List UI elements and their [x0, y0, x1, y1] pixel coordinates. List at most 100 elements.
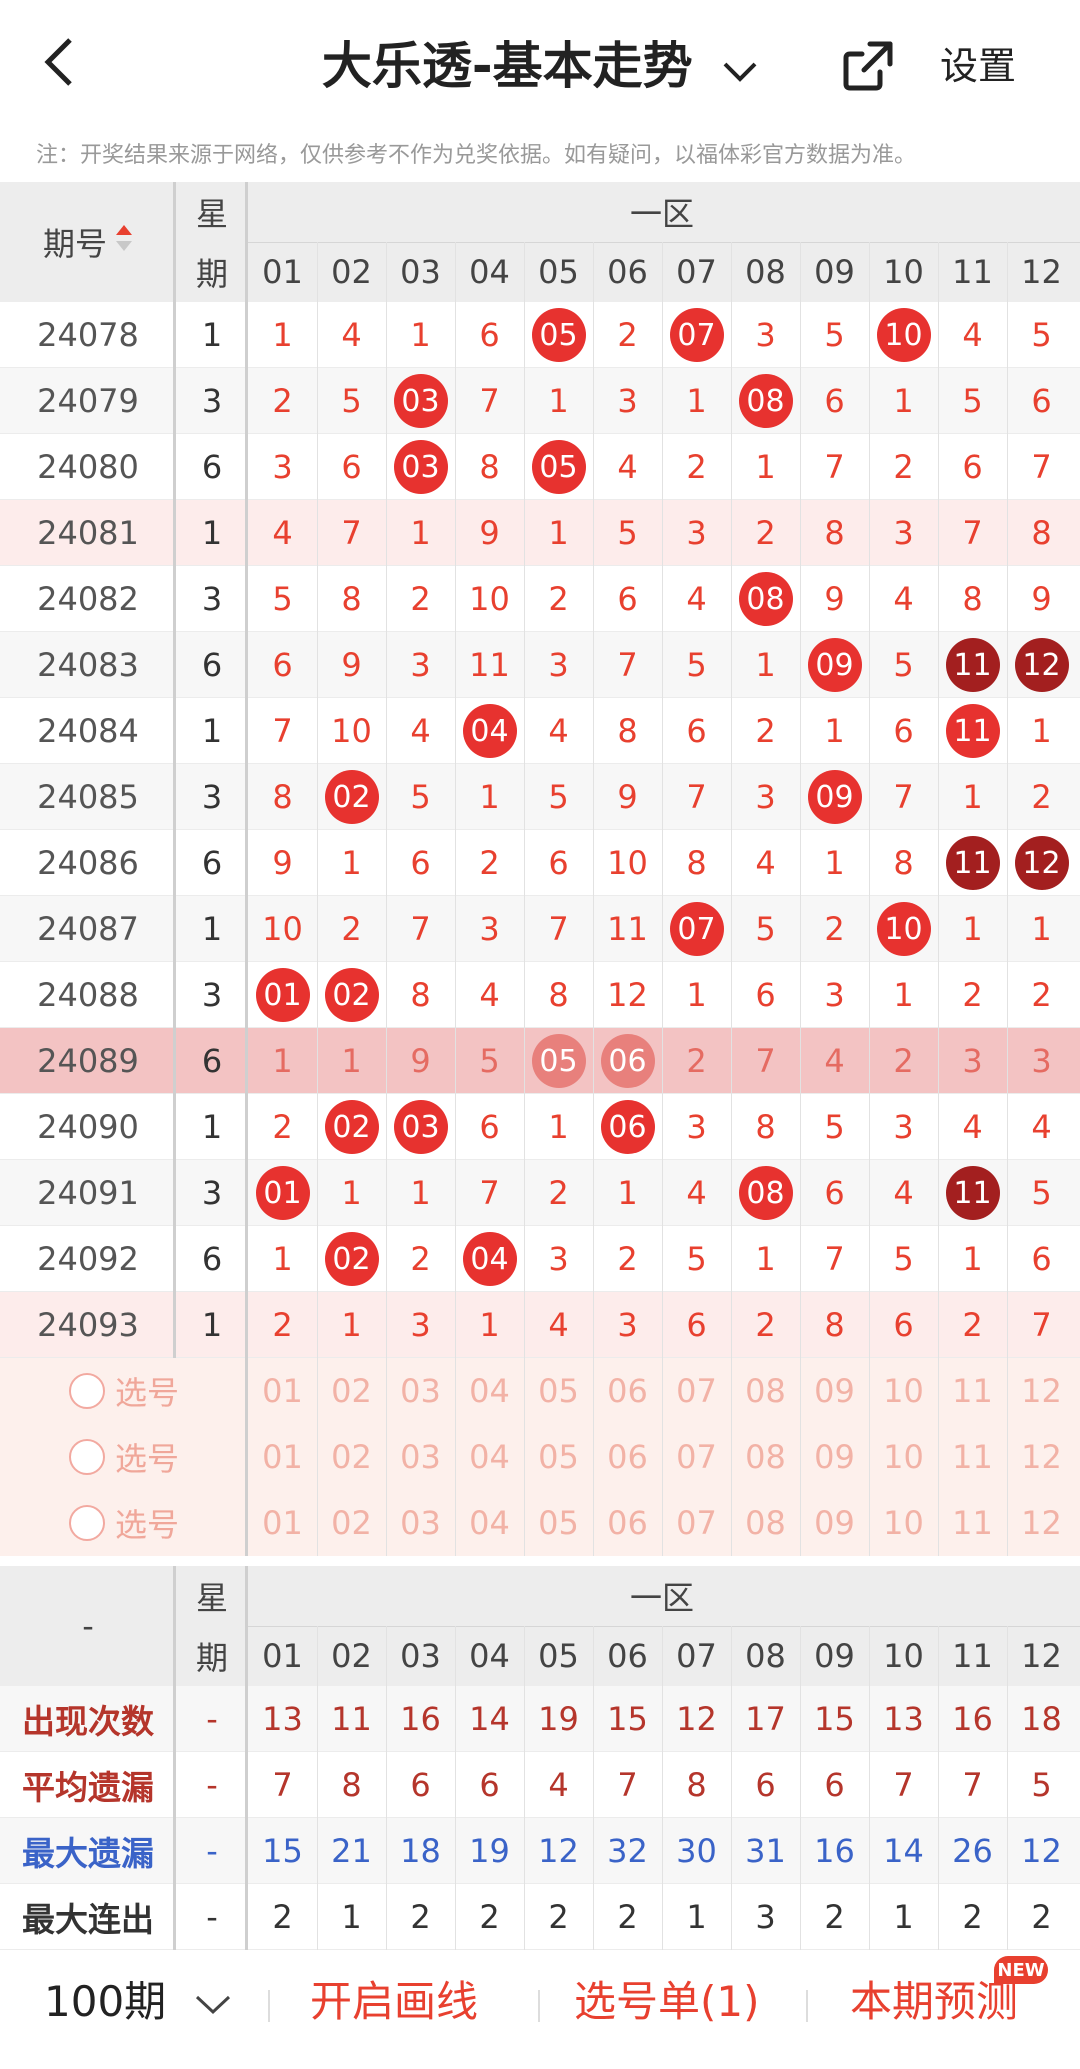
selectable-number[interactable]: 05: [524, 1490, 593, 1556]
settings-button[interactable]: 设置: [940, 36, 1016, 96]
selectable-number[interactable]: 10: [869, 1358, 938, 1424]
number-cell: 9: [800, 566, 869, 632]
number-cell: 1: [248, 1226, 317, 1292]
stats-value: 4: [548, 1766, 569, 1804]
selectable-number[interactable]: 12: [1007, 1424, 1076, 1490]
week-day: 6: [201, 1042, 223, 1080]
selectable-number[interactable]: 06: [593, 1490, 662, 1556]
number-cell: 2: [731, 698, 800, 764]
selectable-number[interactable]: 07: [662, 1358, 731, 1424]
stats-value: 13: [262, 1700, 303, 1738]
issue-column-header[interactable]: 期号: [0, 182, 176, 302]
omission-value: 1: [1031, 910, 1052, 948]
number-cell: 6: [800, 368, 869, 434]
selectable-number[interactable]: 09: [800, 1490, 869, 1556]
stats-value: 7: [962, 1766, 983, 1804]
selectable-number[interactable]: 03: [386, 1358, 455, 1424]
number-cell: 6: [1007, 368, 1076, 434]
week-day: 3: [201, 1174, 223, 1212]
selectable-number[interactable]: 03: [386, 1424, 455, 1490]
omission-value: 6: [479, 1108, 500, 1146]
number-cell: 2: [938, 962, 1007, 1028]
omission-value: 7: [686, 778, 707, 816]
selectable-number[interactable]: 08: [731, 1424, 800, 1490]
selectable-number[interactable]: 08: [731, 1358, 800, 1424]
selectable-number[interactable]: 10: [869, 1424, 938, 1490]
drawn-number-ball: 11: [945, 638, 1000, 692]
selectable-number[interactable]: 03: [386, 1490, 455, 1556]
selectable-number[interactable]: 11: [938, 1490, 1007, 1556]
selectable-number[interactable]: 02: [317, 1358, 386, 1424]
selectable-number[interactable]: 02: [317, 1424, 386, 1490]
number-cell: 1: [317, 1292, 386, 1358]
selectable-number[interactable]: 09: [800, 1358, 869, 1424]
number-cell: 6: [662, 698, 731, 764]
selectable-number[interactable]: 10: [869, 1490, 938, 1556]
selectable-number[interactable]: 06: [593, 1358, 662, 1424]
selectable-number[interactable]: 01: [248, 1490, 317, 1556]
prediction-button[interactable]: 本期预测: [850, 1972, 1018, 2032]
stats-value: 3: [755, 1898, 776, 1936]
number-column-header: 07: [676, 253, 717, 291]
selectable-number[interactable]: 11: [938, 1358, 1007, 1424]
number-cell: 07: [662, 896, 731, 962]
selectable-number[interactable]: 04: [455, 1358, 524, 1424]
selectable-number[interactable]: 11: [938, 1424, 1007, 1490]
drawn-number-ball: 06: [600, 1034, 655, 1088]
selectable-number[interactable]: 01: [248, 1358, 317, 1424]
selectable-number[interactable]: 05: [524, 1424, 593, 1490]
selectable-number[interactable]: 07: [662, 1490, 731, 1556]
omission-value: 1: [410, 514, 431, 552]
week-day: 1: [201, 910, 223, 948]
number-cell: 7: [800, 1226, 869, 1292]
stats-week: -: [206, 1700, 218, 1738]
stats-value: 15: [607, 1700, 648, 1738]
week-day: 1: [201, 1108, 223, 1146]
number-cell: 3: [869, 1094, 938, 1160]
number-cell: 7: [869, 764, 938, 830]
omission-value: 3: [1031, 1042, 1052, 1080]
selectable-number[interactable]: 02: [317, 1490, 386, 1556]
omission-value: 8: [410, 976, 431, 1014]
number-cell: 4: [662, 566, 731, 632]
stats-value: 16: [814, 1832, 855, 1870]
selectable-number[interactable]: 07: [662, 1424, 731, 1490]
period-selector[interactable]: 100期: [44, 1972, 232, 2032]
selectable-number[interactable]: 09: [800, 1424, 869, 1490]
selectable-number[interactable]: 04: [455, 1490, 524, 1556]
number-cell: 3: [1007, 1028, 1076, 1094]
number-cell: 9: [317, 632, 386, 698]
divider: [268, 1990, 270, 2022]
number-cell: 3: [593, 368, 662, 434]
selectable-number[interactable]: 06: [593, 1424, 662, 1490]
omission-value: 10: [469, 580, 510, 618]
selectable-number[interactable]: 08: [731, 1490, 800, 1556]
omission-value: 7: [272, 712, 293, 750]
omission-value: 4: [893, 1174, 914, 1212]
stats-value: 2: [962, 1898, 983, 1936]
selectable-number[interactable]: 04: [455, 1424, 524, 1490]
selectable-number[interactable]: 12: [1007, 1490, 1076, 1556]
selectable-number[interactable]: 05: [524, 1358, 593, 1424]
select-row-toggle[interactable]: 选号: [0, 1490, 248, 1556]
divider: [245, 1566, 248, 1950]
number-cell: 7: [800, 434, 869, 500]
selectable-number[interactable]: 01: [248, 1424, 317, 1490]
omission-value: 1: [341, 1042, 362, 1080]
number-column-header: 02: [331, 1637, 372, 1675]
drawn-number-ball: 07: [669, 308, 724, 362]
select-row-toggle[interactable]: 选号: [0, 1424, 248, 1490]
selection-list-button[interactable]: 选号单(1): [574, 1972, 760, 2032]
omission-value: 2: [1031, 778, 1052, 816]
stats-value: 15: [262, 1832, 303, 1870]
omission-value: 5: [341, 382, 362, 420]
page-title[interactable]: 大乐透-基本走势: [0, 28, 1080, 110]
week-header-bottom: 期: [195, 1639, 228, 1677]
omission-value: 8: [824, 1306, 845, 1344]
draw-lines-button[interactable]: 开启画线: [310, 1972, 478, 2032]
zone-header: 一区: [629, 195, 694, 233]
selectable-number[interactable]: 12: [1007, 1358, 1076, 1424]
share-icon[interactable]: [840, 38, 896, 94]
omission-value: 4: [962, 316, 983, 354]
select-row-toggle[interactable]: 选号: [0, 1358, 248, 1424]
